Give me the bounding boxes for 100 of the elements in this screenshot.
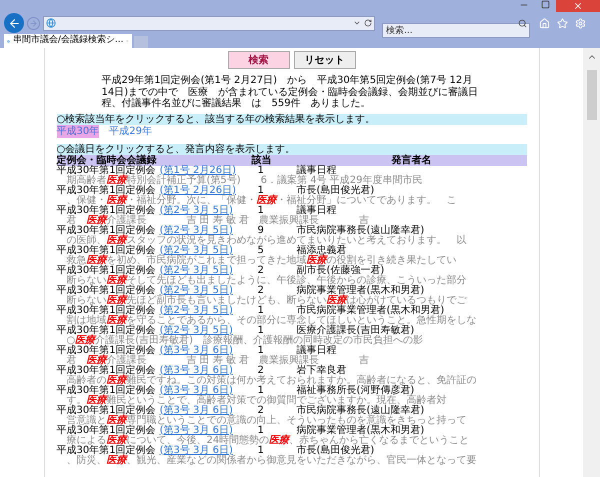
search-field[interactable]: 検索... [382, 23, 530, 38]
excerpt-text: 断らない医療そして先ほども出ましたように、午後診、午後からの診療、こういった部分 [66, 276, 468, 286]
excerpt-text: す。医療難民ということで、高齢者対策での御質問でございますか。現在、高齢者対 [66, 396, 448, 406]
back-button[interactable] [4, 13, 24, 33]
session-name: 平成30年第1回定例会 [56, 246, 156, 256]
session-name: 平成30年第1回定例会 [56, 306, 156, 316]
forward-button[interactable] [27, 16, 40, 30]
dropdown-icon[interactable] [353, 19, 361, 27]
excerpt-text: 断らない医療先ほど副市長も言いましたけども、断らない医療は心がけているつもりでご [66, 296, 468, 306]
info-banner: ○検索該当年をクリックすると、該当する年の検索結果を表示します。 [56, 114, 526, 124]
excerpt-text: 君 医療介護課長 吉 田 寿 敏 君 農業振興課長 吉 [66, 216, 370, 226]
speaker-name: 議事日程 [296, 206, 338, 216]
session-name: 平成30年第1回定例会 [56, 446, 156, 456]
meeting-date-link[interactable]: (第2号 3月 5日) [160, 326, 233, 336]
session-name: 平成30年第1回定例会 [56, 326, 156, 336]
meeting-date-link[interactable]: (第3号 3月 6日) [160, 346, 233, 356]
hit-count: 5 [256, 246, 265, 256]
meeting-date-link[interactable]: (第3号 3月 6日) [160, 366, 233, 376]
session-name: 平成30年第1回定例会 [56, 386, 156, 396]
speaker-name: 福祉事務所長(河野傳彦君) [296, 386, 414, 396]
column-header: 発言者名 [390, 154, 432, 166]
tab-title: 串間市議会/会議録検索シ... [12, 34, 124, 48]
meeting-date-link[interactable]: (第3号 3月 6日) [160, 426, 233, 436]
excerpt-text: 、保健・医療・福祉分野。次に、「保健・医療・福祉分野」についてであります。 こ [66, 196, 458, 206]
speaker-name: 病院事業管理者(黒木和男君) [296, 426, 426, 436]
globe-icon [46, 18, 56, 28]
close-icon [573, 1, 583, 11]
speaker-name: 市民病院事務長(遠山隆幸君) [296, 226, 426, 236]
session-name: 平成30年第1回定例会 [56, 346, 156, 356]
hit-count: 1 [258, 186, 264, 196]
maximize-icon[interactable] [541, 0, 550, 9]
meeting-date-link[interactable]: (第2号 3月 5日) [160, 246, 233, 256]
meeting-date-link[interactable]: (第2号 3月 5日) [160, 226, 233, 236]
excerpt-text: 営意識と医療専門職ということでの意識の向上、そういったものを意識をきちっと持って [66, 416, 468, 426]
session-name: 平成30年第1回定例会 [56, 366, 156, 376]
hit-count: 1 [258, 326, 264, 336]
column-header: 定例会・臨時会会議録 [56, 154, 158, 166]
session-name: 平成30年第1回定例会 [56, 426, 156, 436]
close-button[interactable] [556, 0, 600, 12]
speaker-name: 市民病院事業管理者(黒木和男君) [296, 306, 444, 316]
hit-count: 1 [256, 166, 265, 176]
excerpt-text: 、防災、医療、観光、産業などの関係者から御意見をいただきながら、官民一体となって要 [66, 456, 478, 466]
excerpt-text: 高齢者の医療難民ですね。この対策は何か考えておられますか。高齢者になると、免許証の [66, 376, 478, 386]
speaker-name: 議事日程 [296, 346, 338, 356]
form-button[interactable]: リセット [294, 51, 356, 69]
favorites-icon[interactable] [557, 18, 568, 28]
meeting-date-link[interactable]: (第2号 3月 5日) [160, 206, 233, 216]
excerpt-text: 君 医療介護課長 吉 田 寿 敏 君 農業振興課長 吉 [66, 356, 370, 366]
hit-count: 1 [258, 426, 265, 436]
refresh-icon[interactable] [364, 19, 372, 27]
excerpt-text: 期高齢者医療特別会計補正予算(第5号) 6．議案第 4号 平成29年度串間市民 [66, 176, 424, 186]
session-name: 平成30年第1回定例会 [56, 406, 156, 416]
speaker-name: 福添忠義君 [296, 246, 346, 256]
meeting-date-link[interactable]: (第1号 2月26日) [160, 186, 236, 196]
meeting-date-link[interactable]: (第3号 3月 6日) [160, 406, 233, 416]
hit-count: 2 [256, 286, 265, 296]
session-name: 平成30年第1回定例会 [56, 206, 156, 216]
session-name: 平成30年第1回定例会 [56, 226, 156, 236]
column-header: 該当 [252, 154, 272, 166]
browser-tab[interactable]: 串間市議会/会議録検索シ... [4, 34, 132, 48]
settings-icon[interactable] [575, 18, 586, 28]
hit-count: 1 [256, 446, 265, 456]
speaker-name: 議事日程 [296, 166, 336, 176]
hit-count: 1 [256, 346, 264, 356]
meeting-date-link[interactable]: (第3号 3月 6日) [160, 446, 233, 456]
meeting-date-link[interactable]: (第2号 3月 5日) [160, 286, 233, 296]
back-arrow-icon [8, 16, 20, 30]
excerpt-text: ○医療介護課長(吉田寿敏君) 診療報酬、介護報酬の同時改定の市民負担への影 [66, 336, 424, 346]
search-icon[interactable] [518, 18, 527, 28]
hit-count: 9 [256, 226, 265, 236]
speaker-name: 市民病院事務長(遠山隆幸君) [296, 406, 426, 416]
scrollbar[interactable] [583, 48, 600, 477]
session-name: 平成30年第1回定例会 [56, 166, 156, 176]
excerpt-text: 療による医療について、今後、24時間態勢の医療、赤ちゃんから亡くなるまでということ [66, 436, 470, 446]
meeting-date-link[interactable]: (第2号 3月 5日) [160, 306, 233, 316]
speaker-name: 岩下幸良君 [296, 366, 348, 376]
excerpt-text: 割は地域医療を守ることであるから、その部分に専念してほしいということ。急性期をしな [66, 316, 478, 326]
hit-count: 2 [258, 366, 264, 376]
hit-count: 1 [256, 206, 264, 216]
speaker-name: 副市長(佐藤強一君) [296, 266, 384, 276]
address-field[interactable] [43, 16, 375, 30]
form-button[interactable]: 検索 [228, 51, 290, 69]
excerpt-text: 救急医療を初め、市民病院がこれまで担ってきた地域医療の役割を引き続き果たしてい [66, 256, 458, 266]
speaker-name: 市長(島田俊光君) [296, 186, 376, 196]
session-name: 平成30年第1回定例会 [56, 266, 156, 276]
meeting-date-link[interactable]: (第2号 3月 5日) [160, 266, 233, 276]
hit-count: 2 [256, 266, 265, 276]
info-banner: ○会議日をクリックすると、発言内容を表示します。 [56, 144, 526, 154]
excerpt-text: の医師、医療スタッフの状況を見きわめながら進めてまいりたいと考えております。 以 [66, 236, 468, 246]
year-link[interactable]: 平成29年 [109, 124, 152, 138]
hit-count: 1 [258, 306, 264, 316]
session-name: 平成30年第1回定例会 [56, 286, 156, 296]
hit-count: 2 [258, 406, 264, 416]
home-icon[interactable] [539, 18, 550, 28]
session-name: 平成30年第1回定例会 [56, 186, 156, 196]
speaker-name: 病院事業管理者(黒木和男君) [296, 286, 426, 296]
scroll-thumb[interactable] [586, 70, 596, 120]
meeting-date-link[interactable]: (第1号 2月26日) [160, 166, 236, 176]
hit-count: 1 [257, 386, 265, 396]
meeting-date-link[interactable]: (第3号 3月 6日) [160, 386, 233, 396]
